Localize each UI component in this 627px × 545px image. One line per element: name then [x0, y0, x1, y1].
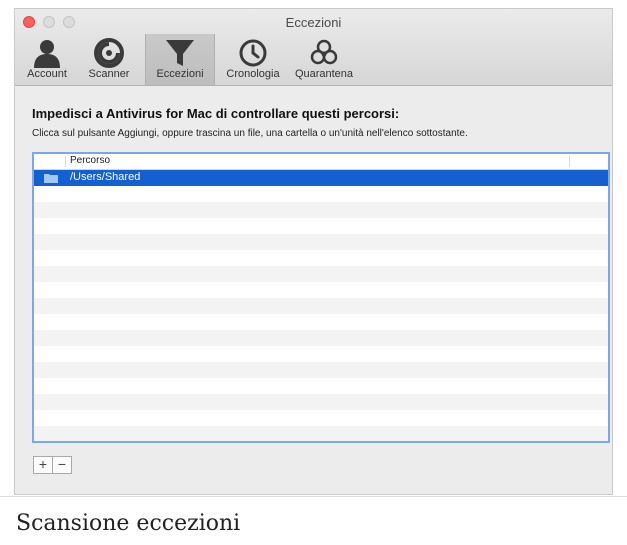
preferences-window: Eccezioni Account Scanner Eccezioni Cron…	[14, 8, 613, 495]
window-title: Eccezioni	[285, 15, 342, 30]
table-rows: /Users/Shared	[34, 170, 608, 441]
remove-button[interactable]: −	[52, 457, 71, 473]
row-path: /Users/Shared	[70, 171, 141, 183]
empty-row	[34, 186, 608, 202]
folder-icon	[44, 174, 58, 183]
empty-row	[34, 426, 608, 441]
toolbar: Eccezioni Account Scanner Eccezioni Cron…	[15, 9, 612, 86]
empty-row	[34, 202, 608, 218]
column-divider	[65, 156, 66, 167]
empty-row	[34, 234, 608, 250]
table-row[interactable]: /Users/Shared	[34, 170, 608, 186]
empty-row	[34, 314, 608, 330]
empty-row	[34, 250, 608, 266]
table-header: Percorso	[34, 154, 608, 170]
tab-quarantena[interactable]: Quarantena	[287, 34, 361, 85]
empty-row	[34, 330, 608, 346]
exclusions-table[interactable]: Percorso /Users/Shared	[32, 152, 610, 443]
funnel-icon	[146, 37, 214, 69]
tab-scanner[interactable]: Scanner	[82, 34, 136, 85]
user-icon	[21, 37, 73, 69]
figure-caption: Scansione eccezioni	[16, 511, 241, 536]
add-button[interactable]: +	[34, 457, 52, 473]
column-divider	[569, 156, 570, 167]
empty-row	[34, 410, 608, 426]
column-header-percorso[interactable]: Percorso	[70, 155, 110, 166]
empty-row	[34, 282, 608, 298]
empty-row	[34, 362, 608, 378]
tab-eccezioni[interactable]: Eccezioni	[145, 34, 215, 85]
tab-quarantena-label: Quarantena	[294, 68, 354, 80]
empty-row	[34, 346, 608, 362]
add-remove-controls: + −	[33, 456, 72, 474]
empty-row	[34, 266, 608, 282]
tab-cronologia-label: Cronologia	[226, 68, 280, 80]
caption-divider	[0, 496, 627, 497]
tab-account[interactable]: Account	[21, 34, 73, 85]
page-title: Impedisci a Antivirus for Mac di control…	[32, 106, 400, 121]
tab-scanner-label: Scanner	[88, 68, 130, 80]
biohazard-icon	[287, 37, 361, 69]
instructions-text: Clicca sul pulsante Aggiungi, oppure tra…	[32, 128, 468, 139]
tab-eccezioni-label: Eccezioni	[156, 68, 204, 80]
empty-row	[34, 298, 608, 314]
scanner-icon	[82, 37, 136, 69]
empty-row	[34, 218, 608, 234]
empty-row	[34, 378, 608, 394]
clock-icon	[221, 37, 285, 69]
tab-cronologia[interactable]: Cronologia	[221, 34, 285, 85]
empty-row	[34, 394, 608, 410]
tab-account-label: Account	[27, 68, 67, 80]
